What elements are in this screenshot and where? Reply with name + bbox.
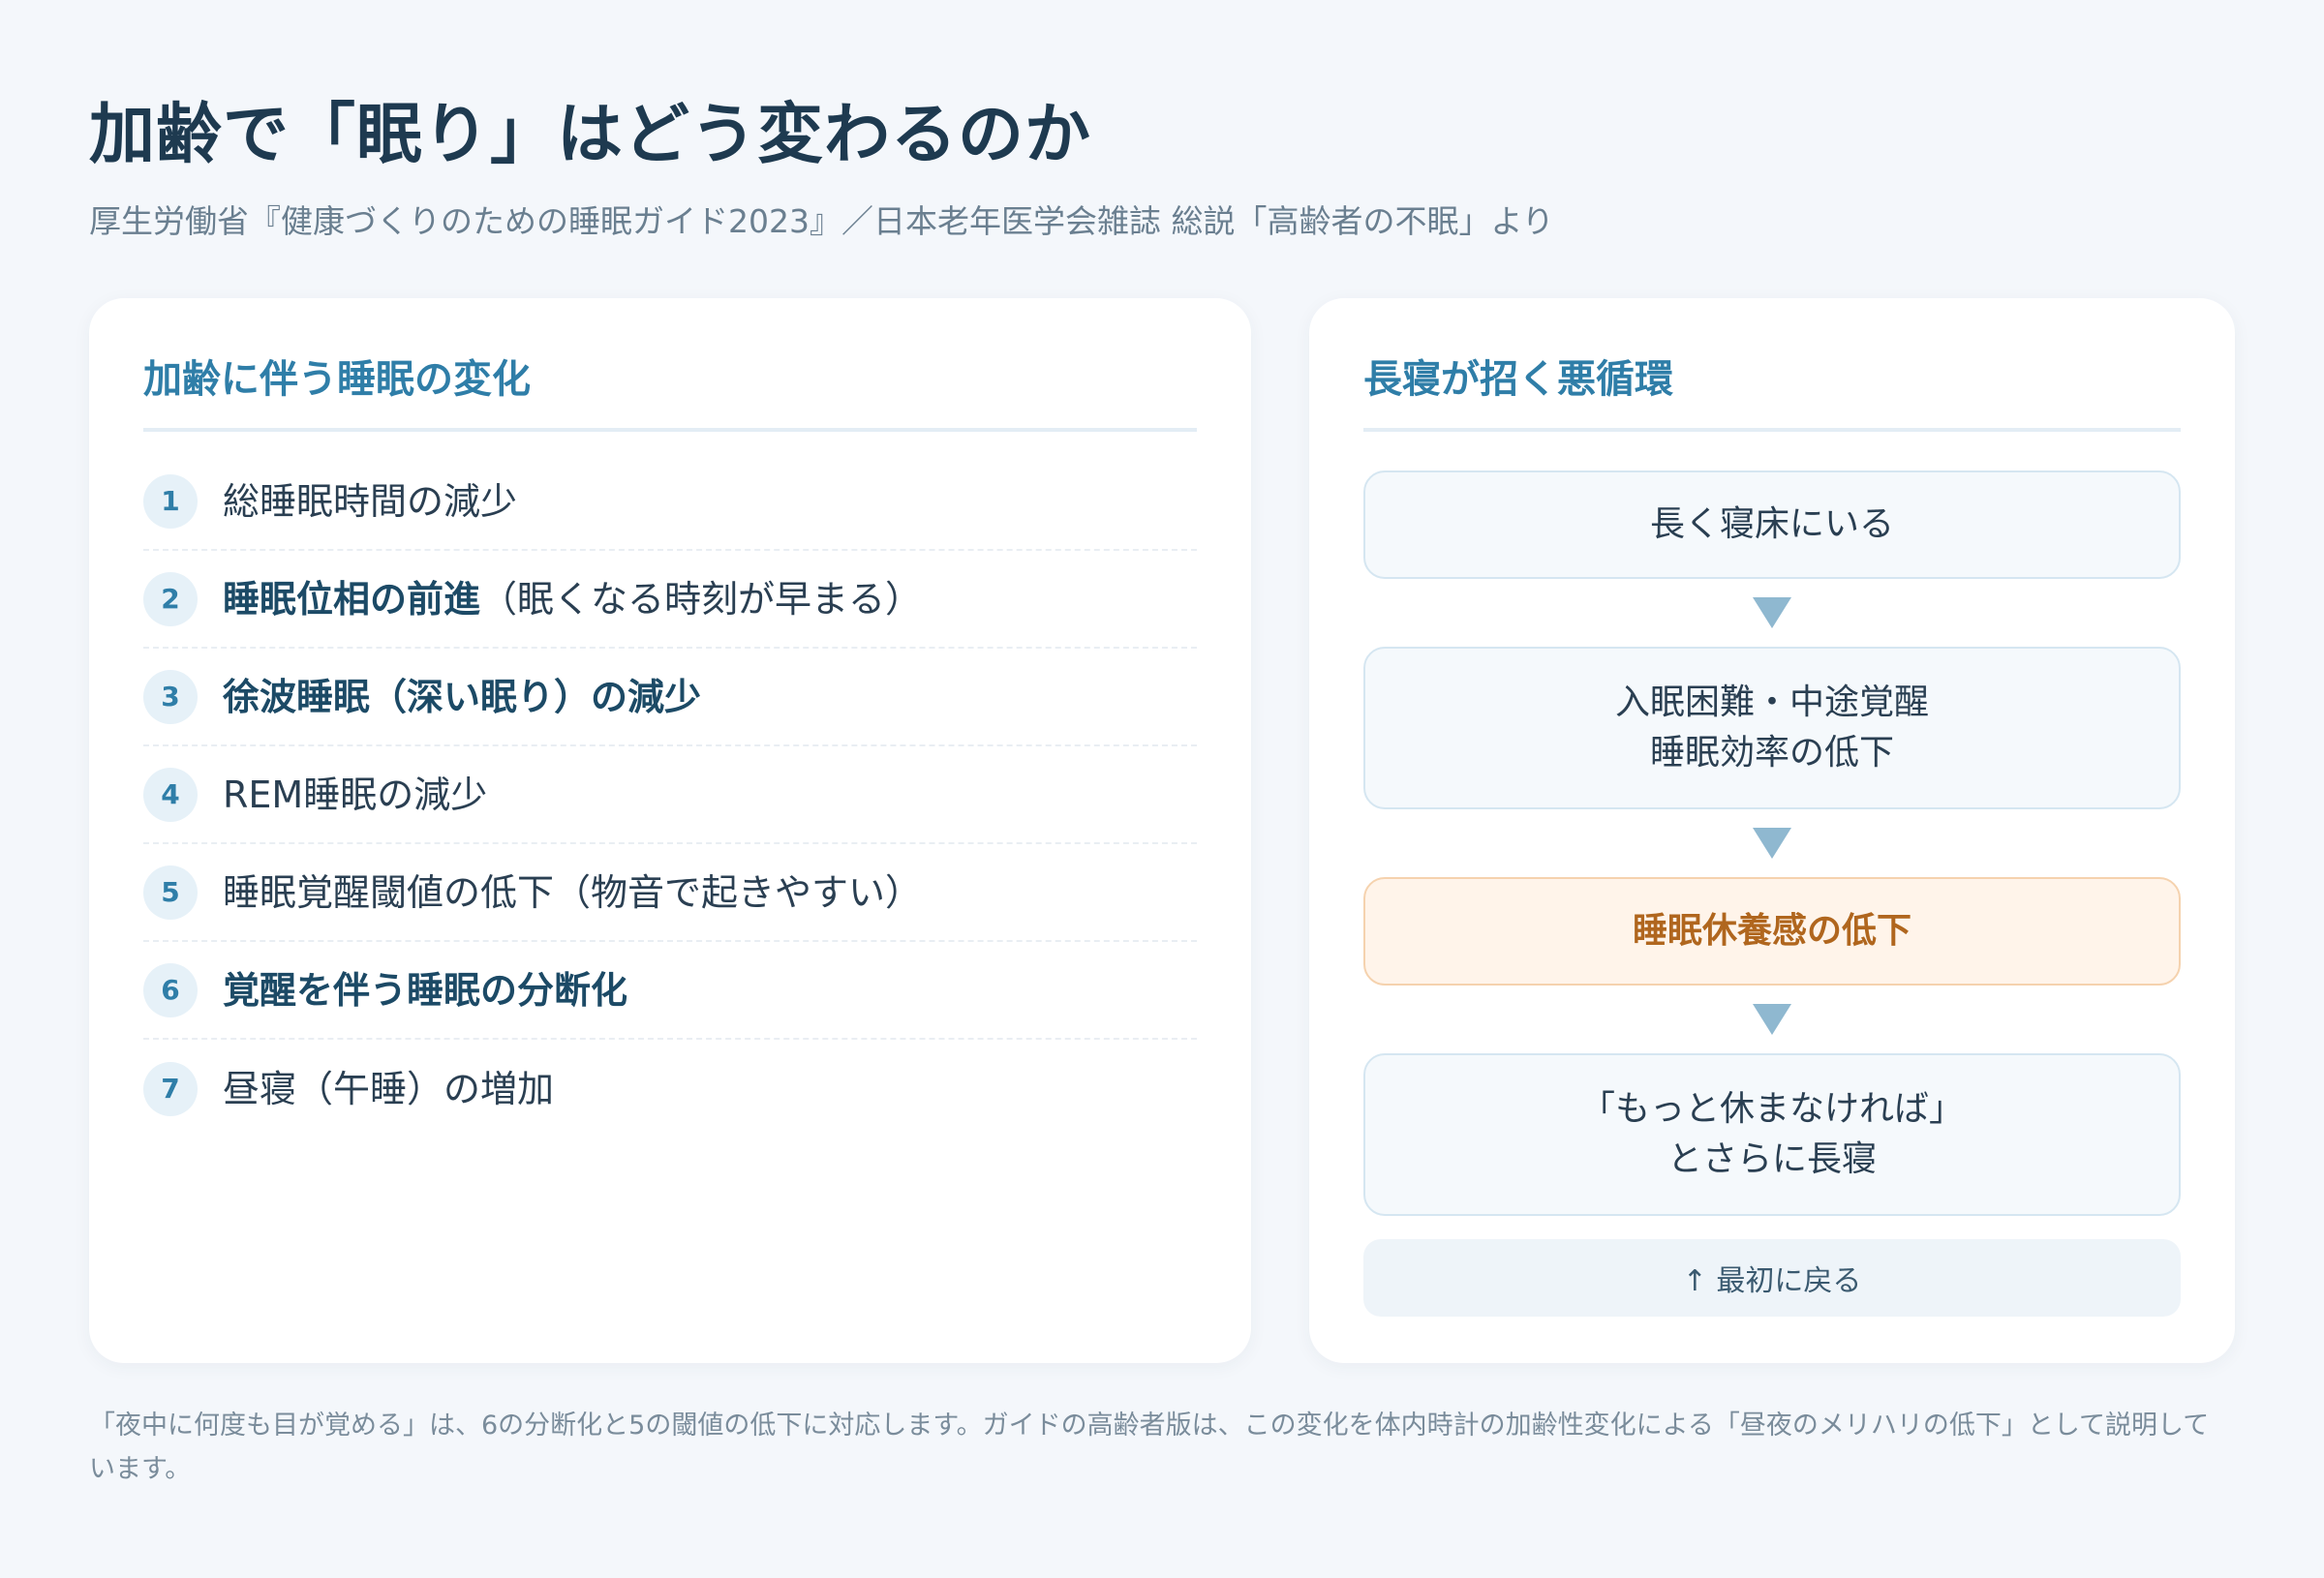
list-item-main: 昼寝（午睡）の増加 (223, 1067, 555, 1110)
list-item-note: （眠くなる時刻が早まる） (480, 577, 923, 621)
vicious-cycle-heading: 長寝が招く悪循環 (1363, 350, 2181, 432)
page: 加齢で「眠り」はどう変わるのか 厚生労働省『健康づくりのための睡眠ガイド2023… (0, 0, 2324, 1578)
list-item-main: 総睡眠時間の減少 (223, 479, 518, 523)
list-item-text: 覚醒を伴う睡眠の分断化 (223, 965, 627, 1016)
cycle-step-box: 長く寝床にいる (1363, 470, 2181, 579)
list-item-text: 昼寝（午睡）の増加 (223, 1064, 554, 1114)
list-item: 7 昼寝（午睡）の増加 (143, 1040, 1197, 1138)
list-item-main: 徐波睡眠（深い眠り）の減少 (223, 675, 702, 718)
list-item: 3 徐波睡眠（深い眠り）の減少 (143, 649, 1197, 746)
cycle-step-text: 睡眠効率の低下 (1649, 733, 1894, 773)
list-item-main: 覚醒を伴う睡眠の分断化 (223, 968, 628, 1012)
number-badge: 7 (143, 1061, 198, 1116)
cycle-step-text: とさらに長寝 (1667, 1139, 1877, 1179)
down-arrow-icon (1363, 986, 2181, 1053)
number-badge: 6 (143, 962, 198, 1017)
age-changes-list: 1 総睡眠時間の減少 2 睡眠位相の前進（眠くなる時刻が早まる） 3 徐波睡眠（… (143, 453, 1197, 1138)
cycle-step-box: 「もっと休まなければ」 とさらに長寝 (1363, 1053, 2181, 1216)
page-title: 加齢で「眠り」はどう変わるのか (89, 97, 1092, 173)
down-arrow-icon (1363, 809, 2181, 877)
number-badge: 3 (143, 669, 198, 724)
age-changes-card: 加齢に伴う睡眠の変化 1 総睡眠時間の減少 2 睡眠位相の前進（眠くなる時刻が早… (89, 298, 1251, 1363)
list-item-main: 睡眠位相の前進 (223, 577, 481, 621)
cycle-step-text: 睡眠休養感の低下 (1632, 911, 1911, 951)
list-item-text: REM睡眠の減少 (223, 770, 487, 820)
list-item: 2 睡眠位相の前進（眠くなる時刻が早まる） (143, 551, 1197, 649)
cycle-step-box-highlighted: 睡眠休養感の低下 (1363, 877, 2181, 986)
cycle-step-text: 長く寝床にいる (1649, 504, 1894, 544)
cycle-step-text: 「もっと休まなければ」 (1579, 1089, 1964, 1129)
list-item: 1 総睡眠時間の減少 (143, 453, 1197, 551)
list-item-text: 睡眠位相の前進（眠くなる時刻が早まる） (223, 574, 922, 624)
return-to-start-label: ↑ 最初に戻る (1363, 1239, 2181, 1317)
cycle-step-text: 入眠困難・中途覚醒 (1614, 683, 1929, 722)
cycle-flow: 長く寝床にいる 入眠困難・中途覚醒 睡眠効率の低下 睡眠休養感の低下 「もっと休… (1363, 470, 2181, 1317)
number-badge: 4 (143, 767, 198, 822)
list-item-main: REM睡眠の減少 (223, 773, 488, 816)
cards-container: 加齢に伴う睡眠の変化 1 総睡眠時間の減少 2 睡眠位相の前進（眠くなる時刻が早… (89, 298, 2235, 1363)
number-badge: 5 (143, 865, 198, 920)
list-item: 6 覚醒を伴う睡眠の分断化 (143, 942, 1197, 1040)
list-item: 5 睡眠覚醒閾値の低下（物音で起きやすい） (143, 844, 1197, 942)
page-subtitle: 厚生労働省『健康づくりのための睡眠ガイド2023』／日本老年医学会雑誌 総説「高… (89, 202, 1554, 240)
cycle-step-box: 入眠困難・中途覚醒 睡眠効率の低下 (1363, 647, 2181, 809)
number-badge: 2 (143, 571, 198, 626)
vicious-cycle-card: 長寝が招く悪循環 長く寝床にいる 入眠困難・中途覚醒 睡眠効率の低下 睡眠休養感… (1309, 298, 2235, 1363)
number-badge: 1 (143, 473, 198, 529)
list-item-text: 睡眠覚醒閾値の低下（物音で起きやすい） (223, 867, 922, 918)
age-changes-heading: 加齢に伴う睡眠の変化 (143, 350, 1197, 432)
footnote: 「夜中に何度も目が覚める」は、6の分断化と5の閾値の低下に対応します。ガイドの高… (89, 1411, 2210, 1484)
list-item: 4 REM睡眠の減少 (143, 746, 1197, 844)
down-arrow-icon (1363, 579, 2181, 647)
list-item-text: 徐波睡眠（深い眠り）の減少 (223, 672, 701, 722)
list-item-text: 総睡眠時間の減少 (223, 476, 517, 527)
list-item-main: 睡眠覚醒閾値の低下（物音で起きやすい） (223, 870, 923, 914)
